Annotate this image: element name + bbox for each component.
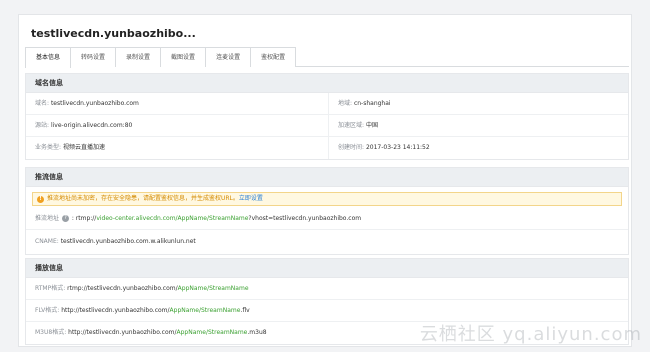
domain-label: 域名:: [35, 100, 50, 107]
site-watermark: 云栖社区 yq.aliyun.com: [419, 324, 642, 345]
tab-screenshot[interactable]: 截图设置: [161, 47, 207, 67]
m3u8-label: M3U8格式:: [35, 329, 67, 336]
section-heading: 播放信息: [26, 259, 628, 278]
created-time-label: 创建时间:: [338, 144, 365, 151]
security-notice: ! 推流地址尚未加密，存在安全隐患，请配置鉴权信息，并生成鉴权URL。 立即设置: [32, 192, 622, 206]
created-time-value: 2017-03-23 14:11:52: [365, 144, 430, 151]
tab-transcode[interactable]: 转码设置: [71, 47, 117, 67]
tab-recording[interactable]: 录制设置: [116, 47, 162, 67]
table-row: 域名: testlivecdn.yunbaozhibo.com 地域: cn-s…: [26, 93, 628, 115]
flv-path: AppName/StreamName: [169, 307, 241, 314]
domain-detail-card: testlivecdn.yunbaozhibo... 基本信息 转码设置 录制设…: [18, 14, 632, 347]
table-row: CNAME: testlivecdn.yunbaozhibo.com.w.ali…: [26, 230, 628, 254]
rtmp-prefix: rtmp://testlivecdn.yunbaozhibo.com/: [67, 285, 178, 292]
section-heading: 推流信息: [26, 168, 628, 187]
rtmp-label: RTMP格式:: [35, 285, 66, 292]
section-heading: 域名信息: [26, 74, 628, 93]
accel-region-value: 中国: [365, 122, 378, 129]
m3u8-path: AppName/StreamName: [176, 329, 248, 336]
m3u8-suffix: .m3u8: [247, 329, 267, 336]
region-label: 地域:: [338, 100, 353, 107]
business-type-label: 业务类型:: [35, 144, 62, 151]
origin-label: 源站:: [35, 122, 50, 129]
table-row: RTMP格式: rtmp://testlivecdn.yunbaozhibo.c…: [26, 278, 628, 300]
flv-suffix: .flv: [240, 307, 250, 314]
business-type-value: 视频云直播加速: [62, 144, 105, 151]
cname-value: testlivecdn.yunbaozhibo.com.w.alikunlun.…: [60, 238, 196, 245]
region-value: cn-shanghai: [353, 100, 391, 107]
tab-bar: 基本信息 转码设置 录制设置 截图设置 连麦设置 鉴权配置: [25, 47, 629, 68]
flv-label: FLV格式:: [35, 307, 60, 314]
flv-prefix: http://testlivecdn.yunbaozhibo.com/: [61, 307, 170, 314]
page-title: testlivecdn.yunbaozhibo...: [31, 27, 196, 40]
cname-label: CNAME:: [35, 238, 59, 245]
accel-region-label: 加速区域:: [338, 122, 365, 129]
help-icon[interactable]: ?: [61, 215, 69, 222]
push-address-label: 推流地址: [35, 215, 60, 222]
tab-auth-config[interactable]: 鉴权配置: [251, 47, 297, 67]
table-row: FLV格式: http://testlivecdn.yunbaozhibo.co…: [26, 300, 628, 322]
push-address-path: video-center.alivecdn.com/AppName/Stream…: [96, 215, 249, 222]
notice-text: 推流地址尚未加密，存在安全隐患，请配置鉴权信息，并生成鉴权URL。: [47, 195, 239, 202]
domain-value: testlivecdn.yunbaozhibo.com: [50, 100, 139, 107]
tab-co-streaming[interactable]: 连麦设置: [206, 47, 252, 67]
warning-icon: !: [37, 195, 44, 203]
tab-basic-info[interactable]: 基本信息: [25, 47, 72, 68]
setup-now-link[interactable]: 立即设置: [239, 193, 263, 205]
push-address-suffix: ?vhost=testlivecdn.yunbaozhibo.com: [248, 215, 362, 222]
table-row: 源站: live-origin.alivecdn.com:80 加速区域: 中国: [26, 115, 628, 137]
m3u8-prefix: http://testlivecdn.yunbaozhibo.com/: [68, 329, 177, 336]
table-row: 推流地址 ? : rtmp://video-center.alivecdn.co…: [26, 210, 628, 230]
rtmp-path: AppName/StreamName: [177, 285, 249, 292]
domain-info-section: 域名信息 域名: testlivecdn.yunbaozhibo.com 地域:…: [25, 73, 629, 160]
table-row: 业务类型: 视频云直播加速 创建时间: 2017-03-23 14:11:52: [26, 137, 628, 159]
push-address-prefix: : rtmp://: [71, 215, 97, 222]
push-info-section: 推流信息 ! 推流地址尚未加密，存在安全隐患，请配置鉴权信息，并生成鉴权URL。…: [25, 167, 629, 255]
origin-value: live-origin.alivecdn.com:80: [50, 122, 133, 129]
